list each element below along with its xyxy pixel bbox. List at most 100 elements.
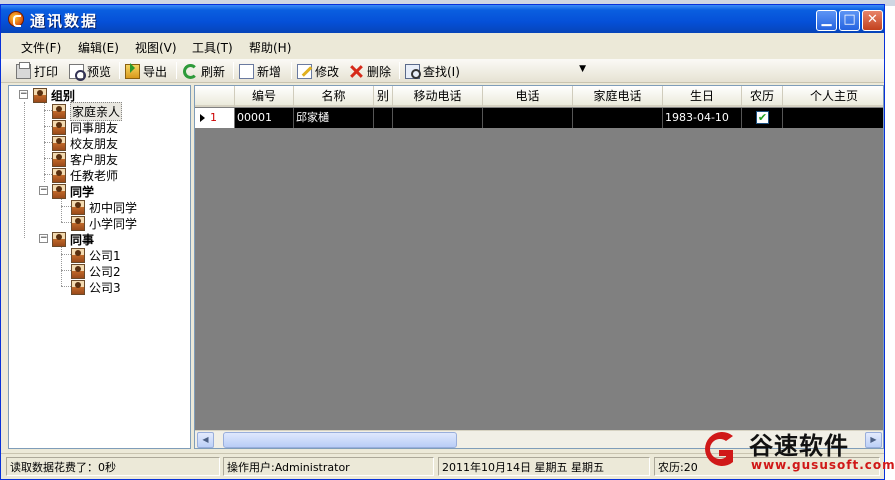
- find-icon: [405, 63, 421, 79]
- gususoft-logo-icon: [705, 432, 733, 466]
- cell-gender[interactable]: [374, 108, 393, 128]
- scroll-left-button[interactable]: ◀: [197, 432, 214, 448]
- contact-icon: [52, 119, 66, 135]
- column-header-lunar[interactable]: 农历: [742, 86, 783, 107]
- current-row-arrow-icon: [200, 114, 205, 122]
- tree-item-company2[interactable]: 公司2: [71, 263, 121, 279]
- chevron-down-icon[interactable]: ▼: [579, 64, 586, 74]
- tree-item-clients[interactable]: 客户朋友: [52, 151, 118, 167]
- column-header-gender[interactable]: 别: [374, 86, 393, 107]
- close-button[interactable]: ✕: [862, 10, 883, 31]
- main-window: 通讯数据 ▁ □ ✕ 文件(F) 编辑(E) 视图(V) 工具(T) 帮助(H)…: [0, 4, 885, 480]
- menu-help[interactable]: 帮助(H): [249, 39, 291, 56]
- tree-line: [61, 222, 71, 223]
- app-icon: [8, 11, 24, 27]
- tree-item-label: 同事: [70, 232, 95, 247]
- tree-item-middle-school[interactable]: 初中同学: [71, 199, 137, 215]
- find-label: 查找(I): [423, 64, 460, 79]
- column-header-phone[interactable]: 电话: [483, 86, 573, 107]
- edit-button[interactable]: 修改: [297, 62, 339, 80]
- contact-icon: [71, 247, 85, 263]
- menu-file[interactable]: 文件(F): [21, 39, 61, 56]
- column-header-mobile[interactable]: 移动电话: [393, 86, 483, 107]
- tree-line: [61, 206, 71, 207]
- column-header-homepage[interactable]: 个人主页: [783, 86, 883, 107]
- new-document-icon: [239, 63, 254, 79]
- tree-item-label: 小学同学: [89, 216, 138, 231]
- toolbar-combo[interactable]: ▼: [467, 62, 589, 80]
- preview-label: 预览: [87, 64, 112, 79]
- toolbar: 打印 预览 导出 刷新 新增 修改 删除 查找(I) ▼: [1, 59, 884, 83]
- refresh-icon: [183, 63, 198, 79]
- tree-item-company3[interactable]: 公司3: [71, 279, 121, 295]
- cell-birthday[interactable]: 1983-04-10: [663, 108, 742, 128]
- menu-bar: 文件(F) 编辑(E) 视图(V) 工具(T) 帮助(H): [1, 34, 884, 59]
- tree-item-label: 公司3: [89, 280, 121, 295]
- edit-label: 修改: [315, 64, 340, 79]
- minimize-button[interactable]: ▁: [816, 10, 837, 31]
- print-label: 打印: [34, 64, 59, 79]
- contact-icon: [71, 263, 85, 279]
- tree-item-primary-school[interactable]: 小学同学: [71, 215, 137, 231]
- row-indicator[interactable]: 1: [195, 108, 235, 128]
- find-button[interactable]: 查找(I): [405, 62, 460, 80]
- scroll-thumb[interactable]: [223, 432, 457, 448]
- cell-lunar[interactable]: ✔: [742, 108, 783, 128]
- toolbar-separator: [399, 62, 400, 79]
- export-button[interactable]: 导出: [125, 62, 167, 80]
- tree-item-label: 客户朋友: [70, 152, 119, 167]
- tree-item-classmates[interactable]: 同学: [52, 183, 94, 199]
- delete-button[interactable]: 删除: [349, 62, 391, 80]
- tree-item-company1[interactable]: 公司1: [71, 247, 121, 263]
- background-window-fragment: [884, 6, 895, 480]
- maximize-button[interactable]: □: [839, 10, 860, 31]
- tree-item-teachers[interactable]: 任教老师: [52, 167, 118, 183]
- column-header-home-phone[interactable]: 家庭电话: [573, 86, 663, 107]
- tree-line: [44, 110, 52, 111]
- new-button[interactable]: 新增: [239, 62, 281, 80]
- toolbar-separator: [176, 62, 177, 79]
- export-label: 导出: [143, 64, 168, 79]
- menu-tools[interactable]: 工具(T): [192, 39, 233, 56]
- tree-line: [44, 142, 52, 143]
- tree-item-family[interactable]: 家庭亲人: [52, 101, 123, 121]
- preview-button[interactable]: 预览: [69, 62, 112, 81]
- title-bar[interactable]: 通讯数据 ▁ □ ✕: [1, 5, 884, 33]
- cell-name[interactable]: 邱家樋: [294, 108, 374, 128]
- cell-home-phone[interactable]: [573, 108, 663, 128]
- contact-icon: [52, 167, 66, 183]
- collapse-icon[interactable]: −: [19, 90, 28, 99]
- tree-item-colleagues[interactable]: 同事: [52, 231, 94, 247]
- table-row[interactable]: 1 00001 邱家樋 1983-04-10 ✔: [195, 108, 883, 128]
- tree-line: [44, 174, 52, 175]
- lunar-checkbox[interactable]: ✔: [756, 111, 769, 124]
- cell-mobile[interactable]: [393, 108, 483, 128]
- menu-view[interactable]: 视图(V): [135, 39, 177, 56]
- refresh-label: 刷新: [201, 64, 226, 79]
- tree-item-label: 同事朋友: [70, 120, 119, 135]
- contact-icon: [71, 199, 85, 215]
- menu-edit[interactable]: 编辑(E): [78, 39, 119, 56]
- toolbar-separator: [291, 62, 292, 79]
- contact-icon: [52, 135, 66, 151]
- tree-item-alumni[interactable]: 校友朋友: [52, 135, 118, 151]
- tree-item-colleague-friends[interactable]: 同事朋友: [52, 119, 118, 135]
- tree-line: [44, 158, 52, 159]
- cell-phone[interactable]: [483, 108, 573, 128]
- column-header-name[interactable]: 名称: [294, 86, 374, 107]
- tree-root[interactable]: 组别: [33, 87, 75, 103]
- refresh-button[interactable]: 刷新: [183, 62, 225, 80]
- column-header-id[interactable]: 编号: [235, 86, 294, 107]
- column-header-birthday[interactable]: 生日: [663, 86, 742, 107]
- cell-id[interactable]: 00001: [235, 108, 294, 128]
- contact-icon: [33, 87, 47, 103]
- toolbar-separator: [233, 62, 234, 79]
- collapse-icon[interactable]: −: [39, 234, 48, 243]
- window-title: 通讯数据: [30, 12, 99, 30]
- print-button[interactable]: 打印: [16, 61, 59, 80]
- watermark: 谷速软件 www.gususoft.com: [695, 424, 895, 480]
- cell-homepage[interactable]: [783, 108, 883, 128]
- contact-icon: [52, 103, 66, 119]
- tree-line: [61, 246, 62, 286]
- collapse-icon[interactable]: −: [39, 186, 48, 195]
